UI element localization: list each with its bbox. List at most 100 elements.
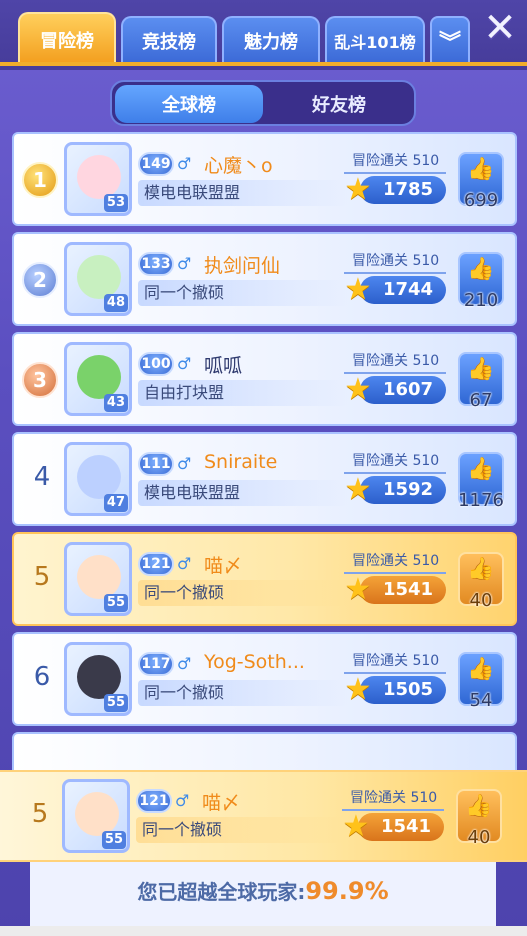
- star-icon: ★: [344, 472, 372, 507]
- tab-global[interactable]: 全球榜: [115, 85, 263, 123]
- avatar[interactable]: 43: [64, 342, 132, 416]
- avatar-level: 53: [103, 194, 128, 212]
- guild-name: 模电电联盟盟: [138, 180, 348, 206]
- thumbs-up-icon: 👍: [465, 794, 493, 819]
- ranking-list[interactable]: 1 53 149 ♂ 心魔丶o 模电电联盟盟 冒险通关 510 1785 ★ 👍…: [12, 132, 517, 772]
- stage-info: 冒险通关 510: [352, 450, 439, 470]
- avatar-image: [77, 555, 121, 599]
- level-badge: 133: [138, 252, 174, 276]
- avatar-level: 55: [103, 694, 128, 712]
- exceed-label: 您已超越全球玩家:: [137, 880, 306, 904]
- stage-value: 510: [410, 790, 438, 806]
- close-icon[interactable]: ✕: [480, 8, 520, 48]
- like-count: 67: [469, 390, 493, 411]
- rank-number: 3: [33, 368, 47, 392]
- avatar[interactable]: 53: [64, 142, 132, 216]
- star-icon: ★: [344, 672, 372, 707]
- player-name: 喵〆: [204, 555, 243, 577]
- avatar-level: 48: [103, 294, 128, 312]
- table-row[interactable]: 5 55 121 ♂ 喵〆 同一个撤硕 冒险通关 510 1541 ★ 👍 40: [12, 532, 517, 626]
- stage-value: 510: [412, 153, 440, 169]
- avatar[interactable]: 55: [64, 542, 132, 616]
- avatar-image: [77, 655, 121, 699]
- tab-charm[interactable]: 魅力榜: [222, 16, 320, 64]
- star-icon: ★: [344, 572, 372, 607]
- stage-label: 冒险通关: [350, 790, 406, 806]
- rank-number: 4: [33, 462, 51, 492]
- stage-value: 510: [412, 253, 440, 269]
- male-icon: ♂: [177, 454, 192, 473]
- my-rank-row: 5 55 121 ♂ 喵〆 同一个撤硕 冒险通关 510 1541 ★ 👍 40: [0, 770, 527, 862]
- guild-name: 同一个撤硕: [138, 680, 348, 706]
- avatar-image: [75, 792, 119, 836]
- stage-value: 510: [412, 353, 440, 369]
- male-icon: ♂: [177, 254, 192, 273]
- stage-info: 冒险通关 510: [350, 787, 437, 807]
- male-icon: ♂: [177, 554, 192, 573]
- table-row[interactable]: 6 55 117 ♂ Yog-Soth... 同一个撤硕 冒险通关 510 15…: [12, 632, 517, 726]
- guild-name: 自由打块盟: [138, 380, 348, 406]
- avatar-image: [77, 455, 121, 499]
- level-badge: 121: [138, 552, 174, 576]
- avatar-image: [77, 255, 121, 299]
- player-name: Yog-Soth...: [204, 651, 305, 673]
- chevron-double-down-icon[interactable]: ︾: [430, 16, 470, 64]
- thumbs-up-icon: 👍: [467, 257, 495, 282]
- male-icon: ♂: [177, 654, 192, 673]
- avatar-level: 55: [103, 594, 128, 612]
- stage-info: 冒险通关 510: [352, 650, 439, 670]
- tab-bar: 冒险榜 竞技榜 魅力榜 乱斗101榜 ︾ ✕: [0, 0, 527, 70]
- like-count: 54: [469, 690, 493, 711]
- tab-brawl[interactable]: 乱斗101榜: [325, 16, 425, 64]
- rank-number: 5: [33, 562, 51, 592]
- level-badge: 117: [138, 652, 174, 676]
- avatar-level: 47: [103, 494, 128, 512]
- stage-value: 510: [412, 553, 440, 569]
- guild-name: 模电电联盟盟: [138, 480, 348, 506]
- thumbs-up-icon: 👍: [467, 357, 495, 382]
- like-count: 1176: [458, 490, 504, 511]
- guild-name: 同一个撤硕: [136, 817, 346, 843]
- level-badge: 149: [138, 152, 174, 176]
- star-icon: ★: [344, 172, 372, 207]
- exceed-text: 您已超越全球玩家:99.9%: [30, 876, 496, 905]
- avatar-image: [77, 355, 121, 399]
- player-name: 呱呱: [204, 355, 243, 377]
- male-icon: ♂: [177, 154, 192, 173]
- level-badge: 100: [138, 352, 174, 376]
- table-row[interactable]: 3 43 100 ♂ 呱呱 自由打块盟 冒险通关 510 1607 ★ 👍 67: [12, 332, 517, 426]
- tab-arena[interactable]: 竞技榜: [121, 16, 217, 64]
- like-count: 40: [467, 827, 491, 848]
- avatar[interactable]: 47: [64, 442, 132, 516]
- like-count: 699: [463, 190, 499, 211]
- avatar[interactable]: 48: [64, 242, 132, 316]
- tab-friends[interactable]: 好友榜: [265, 85, 413, 123]
- player-name: 喵〆: [202, 792, 241, 814]
- my-row[interactable]: 5 55 121 ♂ 喵〆 同一个撤硕 冒险通关 510 1541 ★ 👍 40: [12, 771, 517, 865]
- table-row[interactable]: 4 47 111 ♂ Sniraite 模电电联盟盟 冒险通关 510 1592…: [12, 432, 517, 526]
- stage-info: 冒险通关 510: [352, 250, 439, 270]
- stage-label: 冒险通关: [352, 653, 408, 669]
- avatar[interactable]: 55: [64, 642, 132, 716]
- table-row[interactable]: 1 53 149 ♂ 心魔丶o 模电电联盟盟 冒险通关 510 1785 ★ 👍…: [12, 132, 517, 226]
- guild-name: 同一个撤硕: [138, 280, 348, 306]
- level-badge: 121: [136, 789, 172, 813]
- gold-medal-icon: 1: [22, 162, 58, 198]
- stage-label: 冒险通关: [352, 553, 408, 569]
- table-row[interactable]: 2 48 133 ♂ 执剑问仙 同一个撤硕 冒险通关 510 1744 ★ 👍 …: [12, 232, 517, 326]
- thumbs-up-icon: 👍: [467, 557, 495, 582]
- player-name: 执剑问仙: [204, 255, 281, 277]
- exceed-percent: 99.9%: [305, 877, 389, 905]
- table-row-partial[interactable]: [12, 732, 517, 772]
- tab-underline: [0, 62, 527, 66]
- male-icon: ♂: [175, 791, 190, 810]
- like-count: 40: [469, 590, 493, 611]
- thumbs-up-icon: 👍: [467, 657, 495, 682]
- tab-adventure[interactable]: 冒险榜: [18, 12, 116, 66]
- avatar-level: 43: [103, 394, 128, 412]
- avatar[interactable]: 55: [62, 779, 130, 853]
- scope-toggle: 全球榜 好友榜: [110, 80, 416, 126]
- stage-label: 冒险通关: [352, 353, 408, 369]
- thumbs-up-icon: 👍: [467, 457, 495, 482]
- stage-value: 510: [412, 653, 440, 669]
